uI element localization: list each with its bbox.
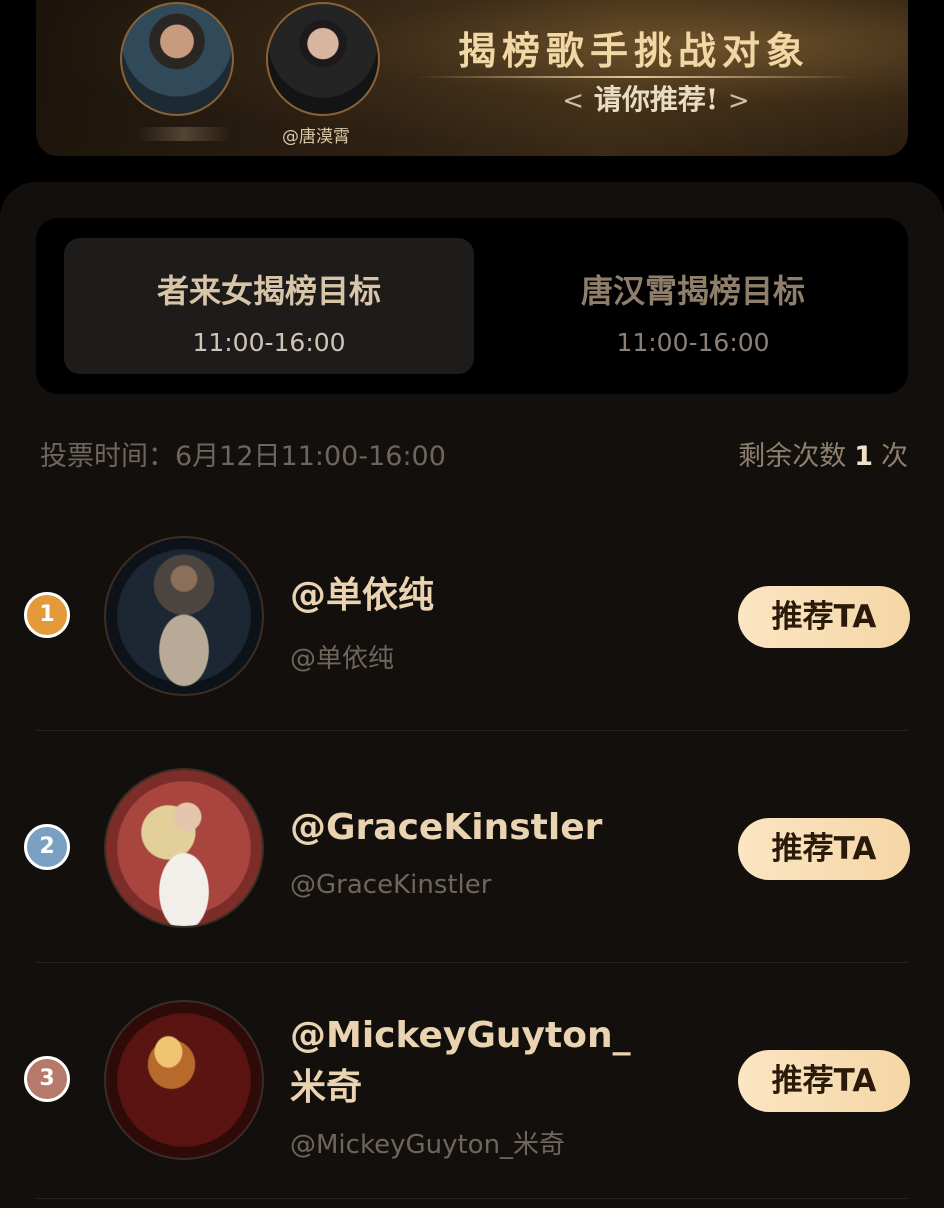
recommend-button[interactable]: 推荐TA: [738, 818, 910, 880]
divider: [36, 962, 908, 963]
banner-subtitle: 请你推荐!: [593, 83, 719, 116]
page-root: @唐漠霄 揭榜歌手挑战对象 < 请你推荐! > 者来女揭榜目标 11:00-16…: [0, 0, 944, 1208]
candidate-handle: @单依纯: [290, 644, 395, 674]
recommend-button[interactable]: 推荐TA: [738, 1050, 910, 1112]
avatar[interactable]: [104, 536, 264, 696]
candidate-handle: @MickeyGuyton_米奇: [290, 1130, 566, 1160]
rank-badge: 3: [24, 1056, 70, 1102]
remaining-count: 1: [854, 441, 873, 472]
remaining-unit: 次: [881, 441, 908, 472]
banner-avatar-2[interactable]: [266, 2, 380, 116]
tab-target-1[interactable]: 者来女揭榜目标 11:00-16:00: [64, 238, 474, 374]
rank-badge: 1: [24, 592, 70, 638]
challenge-banner[interactable]: @唐漠霄 揭榜歌手挑战对象 < 请你推荐! >: [36, 0, 908, 156]
candidate-name: @GraceKinstler: [290, 807, 603, 848]
tab-target-2[interactable]: 唐汉霄揭榜目标 11:00-16:00: [488, 238, 898, 374]
chevron-right-icon: >: [727, 86, 750, 116]
remaining-votes: 剩余次数 1 次: [738, 434, 908, 473]
banner-recommend-link[interactable]: < 请你推荐! >: [506, 78, 806, 118]
main-panel: 者来女揭榜目标 11:00-16:00 唐汉霄揭榜目标 11:00-16:00 …: [0, 182, 944, 1208]
tab-title: 者来女揭榜目标: [156, 272, 381, 310]
candidate-name: @MickeyGuyton_米奇: [290, 1015, 631, 1108]
banner-avatar-1[interactable]: [120, 2, 234, 116]
banner-title: 揭榜歌手挑战对象: [457, 28, 810, 73]
target-tabs: 者来女揭榜目标 11:00-16:00 唐汉霄揭榜目标 11:00-16:00: [36, 218, 908, 394]
tab-time: 11:00-16:00: [616, 328, 770, 357]
candidate-handle: @GraceKinstler: [290, 870, 492, 900]
rank-badge: 2: [24, 824, 70, 870]
banner-caption-1: [136, 127, 232, 141]
avatar[interactable]: [104, 1000, 264, 1160]
divider: [36, 1198, 908, 1199]
banner-caption-2: @唐漠霄: [282, 127, 350, 147]
tab-title: 唐汉霄揭榜目标: [580, 272, 805, 310]
chevron-left-icon: <: [562, 86, 585, 116]
candidate-name: @单依纯: [290, 575, 435, 616]
divider: [36, 730, 908, 731]
avatar[interactable]: [104, 768, 264, 928]
recommend-button[interactable]: 推荐TA: [738, 586, 910, 648]
remaining-label: 剩余次数: [738, 441, 847, 472]
tab-time: 11:00-16:00: [192, 328, 346, 357]
vote-time-text: 投票时间：6月12日11:00-16:00: [40, 441, 446, 472]
